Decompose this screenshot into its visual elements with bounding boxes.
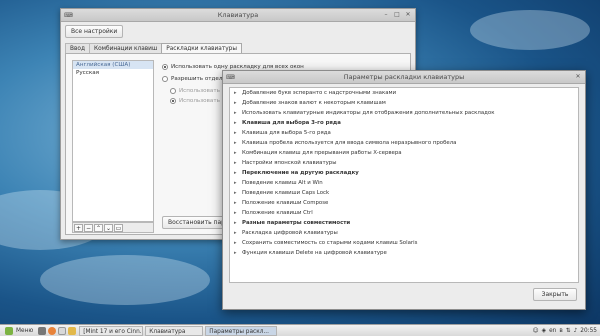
language-flag-icon[interactable]: en: [549, 328, 556, 334]
radio-off-icon: [162, 76, 168, 82]
option-row[interactable]: ▸ Сохранить совместимость со старыми кода…: [230, 238, 578, 248]
option-row[interactable]: ▸ Клавиша пробела используется для ввода …: [230, 138, 578, 148]
firefox-icon[interactable]: [48, 326, 57, 335]
clock[interactable]: 20:55: [580, 328, 597, 334]
add-layout-button[interactable]: +: [74, 224, 83, 232]
option-label: Клавиша для выбора 3-го ряда: [242, 120, 341, 126]
dialog-titlebar[interactable]: ⌨ Параметры раскладки клавиатуры ✕: [223, 71, 585, 84]
files-icon[interactable]: [68, 326, 77, 335]
expand-arrow-icon[interactable]: ▸: [234, 208, 242, 218]
options-tree: ▸ Добавление букв эсперанто с надстрочным…: [229, 87, 579, 283]
option-row[interactable]: ▸ Положение клавиши Ctrl: [230, 208, 578, 218]
option-label: Добавление букв эсперанто с надстрочными…: [242, 90, 397, 96]
taskbar: Меню [Mint 17 и его Cinn... Клавиатура П…: [0, 324, 600, 336]
expand-arrow-icon[interactable]: ▸: [234, 238, 242, 248]
move-up-button[interactable]: ⌃: [94, 224, 103, 232]
close-icon[interactable]: ✕: [574, 73, 582, 81]
option-label: Клавиша для выбора 5-го ряда: [242, 130, 331, 136]
maximize-icon[interactable]: □: [393, 11, 401, 19]
dialog-title: Параметры раскладки клавиатуры: [343, 73, 465, 81]
expand-arrow-icon[interactable]: ▸: [234, 88, 242, 98]
expand-arrow-icon[interactable]: ▸: [234, 138, 242, 148]
expand-arrow-icon[interactable]: ▸: [234, 128, 242, 138]
shield-icon[interactable]: ◈: [542, 328, 546, 334]
window-title: Клавиатура: [217, 11, 259, 19]
option-row[interactable]: ▸ Положение клавиши Compose: [230, 198, 578, 208]
task-browser[interactable]: [Mint 17 и его Cinn...: [79, 325, 144, 336]
layout-item-russian[interactable]: Русская: [73, 69, 153, 77]
option-row[interactable]: ▸ Добавление знаков валют к некоторым кла…: [230, 98, 578, 108]
keyboard-icon: ⌨: [64, 12, 73, 19]
option-label: Использовать клавиатурные индикаторы для…: [242, 110, 495, 116]
option-label: Добавление знаков валют к некоторым клав…: [242, 100, 386, 106]
keyboard-window-titlebar[interactable]: ⌨ Клавиатура – □ ✕: [61, 9, 415, 22]
expand-arrow-icon[interactable]: ▸: [234, 148, 242, 158]
radio-off-icon: [170, 88, 176, 94]
keyboard-icon: ⌨: [226, 74, 235, 81]
move-down-button[interactable]: ⌄: [104, 224, 113, 232]
option-label: Разные параметры совместимости: [242, 220, 351, 226]
task-keyboard[interactable]: Клавиатура: [145, 325, 204, 336]
show-desktop-icon[interactable]: [38, 326, 47, 335]
mint-logo-icon: [5, 326, 13, 335]
network-icon[interactable]: ⇅: [566, 328, 571, 334]
expand-arrow-icon[interactable]: ▸: [234, 228, 242, 238]
close-icon[interactable]: ✕: [404, 11, 412, 19]
expand-arrow-icon[interactable]: ▸: [234, 168, 242, 178]
layout-options-dialog: ⌨ Параметры раскладки клавиатуры ✕ ▸ Доба…: [222, 70, 586, 310]
terminal-icon[interactable]: [58, 326, 67, 335]
expand-arrow-icon[interactable]: ▸: [234, 118, 242, 128]
layout-item-english[interactable]: Английская (США): [73, 61, 153, 69]
bluetooth-icon[interactable]: ʙ: [559, 328, 562, 334]
option-label: Раскладка цифровой клавиатуры: [242, 230, 338, 236]
expand-arrow-icon[interactable]: ▸: [234, 178, 242, 188]
expand-arrow-icon[interactable]: ▸: [234, 158, 242, 168]
keyboard-preview-button[interactable]: ▭: [114, 224, 123, 232]
close-button[interactable]: Закрыть: [533, 288, 577, 301]
option-row[interactable]: ▸ Поведение клавиши Caps Lock: [230, 188, 578, 198]
system-tray: ☺ ◈ en ʙ ⇅ ♪ 20:55: [533, 328, 600, 334]
option-row[interactable]: ▸ Клавиша для выбора 5-го ряда: [230, 128, 578, 138]
menu-button[interactable]: Меню: [0, 326, 37, 335]
option-row[interactable]: ▸ Использовать клавиатурные индикаторы дл…: [230, 108, 578, 118]
expand-arrow-icon[interactable]: ▸: [234, 108, 242, 118]
option-label: Положение клавиши Ctrl: [242, 210, 313, 216]
option-label: Положение клавиши Compose: [242, 200, 329, 206]
layout-list: Английская (США) Русская: [72, 60, 154, 222]
option-row[interactable]: ▸ Клавиша для выбора 3-го ряда: [230, 118, 578, 128]
option-label: Функция клавиши Delete на цифровой клави…: [242, 250, 387, 256]
option-row[interactable]: ▸ Раскладка цифровой клавиатуры: [230, 228, 578, 238]
option-label: Поведение клавиши Caps Lock: [242, 190, 330, 196]
layout-list-toolbar: + − ⌃ ⌄ ▭: [72, 222, 154, 233]
wallpaper-wave: [40, 255, 210, 305]
option-label: Поведение клавиш Alt и Win: [242, 180, 323, 186]
option-row[interactable]: ▸ Добавление букв эсперанто с надстрочным…: [230, 88, 578, 98]
expand-arrow-icon[interactable]: ▸: [234, 218, 242, 228]
task-layout-options[interactable]: Параметры раскл...: [205, 325, 278, 336]
radio-on-icon: [162, 64, 168, 70]
radio-on-icon: [170, 98, 176, 104]
expand-arrow-icon[interactable]: ▸: [234, 248, 242, 258]
remove-layout-button[interactable]: −: [84, 224, 93, 232]
option-label: Клавиша пробела используется для ввода с…: [242, 140, 457, 146]
option-row[interactable]: ▸ Функция клавиши Delete на цифровой клав…: [230, 248, 578, 258]
expand-arrow-icon[interactable]: ▸: [234, 98, 242, 108]
option-row[interactable]: ▸ Переключение на другую раскладку: [230, 168, 578, 178]
option-row[interactable]: ▸ Разные параметры совместимости: [230, 218, 578, 228]
menu-label: Меню: [16, 327, 34, 334]
expand-arrow-icon[interactable]: ▸: [234, 198, 242, 208]
user-icon[interactable]: ☺: [533, 328, 539, 334]
option-row[interactable]: ▸ Настройки японской клавиатуры: [230, 158, 578, 168]
expand-arrow-icon[interactable]: ▸: [234, 188, 242, 198]
all-settings-button[interactable]: Все настройки: [65, 25, 124, 38]
option-label: Сохранить совместимость со старыми кодам…: [242, 240, 418, 246]
wallpaper-wave: [470, 10, 590, 50]
volume-icon[interactable]: ♪: [574, 328, 578, 334]
option-row[interactable]: ▸ Комбинация клавиш для прерывания работы…: [230, 148, 578, 158]
option-label: Настройки японской клавиатуры: [242, 160, 337, 166]
minimize-icon[interactable]: –: [382, 11, 390, 19]
option-label: Комбинация клавиш для прерывания работы …: [242, 150, 402, 156]
option-label: Переключение на другую раскладку: [242, 170, 359, 176]
option-row[interactable]: ▸ Поведение клавиш Alt и Win: [230, 178, 578, 188]
